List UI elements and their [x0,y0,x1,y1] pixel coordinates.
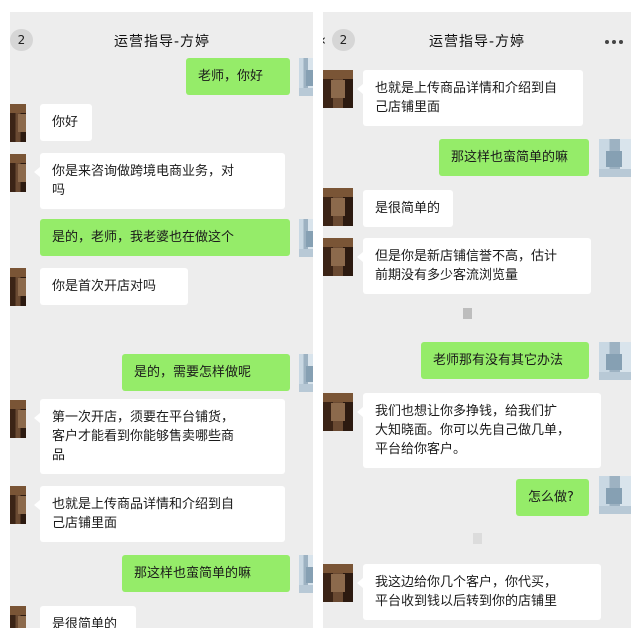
chat-screenshot-right: ‹ 2 运营指导-方婷 也就是上传商品详情和介绍到自 己店铺里面 那这样也蛮简单… [323,12,631,628]
chat-header: ‹ 2 运营指导-方婷 [323,12,631,52]
unread-badge[interactable]: 2 [10,29,33,51]
message-line: 己店铺里面 [52,516,118,531]
my-avatar[interactable] [599,476,631,514]
message-line: 我这边给你几个客户，你代买， [375,575,558,590]
message-bubble-incoming[interactable]: 你好 [40,104,92,141]
message-line: 平台给你客户。 [375,442,467,457]
message-bubble-incoming[interactable]: 但是你是新店铺信誉不高，估计 前期没有多少客流浏览量 [357,238,591,294]
contact-avatar[interactable] [323,564,353,602]
my-avatar[interactable] [599,342,631,380]
chat-header: 2 运营指导-方婷 [10,12,313,52]
message-bubble-outgoing[interactable]: 是的，需要怎样做呢 [122,354,290,391]
message-line: 但是你是新店铺信誉不高，估计 [375,249,558,264]
message-bubble-outgoing[interactable]: 那这样也蛮简单的嘛 [122,555,290,592]
contact-avatar[interactable] [323,188,353,226]
my-avatar[interactable] [299,555,313,593]
unread-badge[interactable]: 2 [332,29,355,51]
contact-avatar[interactable] [10,400,26,438]
message-line: 平台收到钱以后转到你的店铺里 [375,594,558,609]
message-line: 第一次开店，须要在平台铺货， [52,410,235,425]
message-line: 品 [52,448,66,463]
message-bubble-incoming[interactable]: 是很简单的 [363,190,453,227]
system-notice-mark [463,308,472,319]
message-line: 大知晓面。你可以先自己做几单， [375,423,571,438]
contact-avatar[interactable] [10,104,26,142]
message-line: 吗 [52,183,66,198]
contact-avatar[interactable] [10,606,26,628]
contact-avatar[interactable] [10,486,26,524]
message-bubble-incoming[interactable]: 你是来咨询做跨境电商业务，对 吗 [34,153,285,209]
message-line: 我们也想让你多挣钱，给我们扩 [375,404,558,419]
chat-title: 运营指导-方婷 [429,34,526,50]
message-bubble-incoming[interactable]: 也就是上传商品详情和介绍到自 己店铺里面 [34,486,285,542]
message-line: 你是来咨询做跨境电商业务，对 [52,164,235,179]
message-bubble-outgoing[interactable]: 老师，你好 [186,58,290,95]
system-notice-mark [473,533,482,544]
message-bubble-incoming[interactable]: 也就是上传商品详情和介绍到自 己店铺里面 [357,70,583,126]
contact-avatar[interactable] [10,268,26,306]
more-dots-icon[interactable] [605,40,623,44]
message-bubble-outgoing[interactable]: 老师那有没有其它办法 [421,342,589,379]
my-avatar[interactable] [299,354,313,392]
contact-avatar[interactable] [323,70,353,108]
my-avatar[interactable] [299,219,313,257]
message-bubble-outgoing[interactable]: 怎么做? [516,479,589,516]
message-bubble-outgoing[interactable]: 那这样也蛮简单的嘛 [439,139,589,176]
message-line: 也就是上传商品详情和介绍到自 [375,81,558,96]
my-avatar[interactable] [299,58,313,96]
message-bubble-incoming[interactable]: 我们也想让你多挣钱，给我们扩 大知晓面。你可以先自己做几单， 平台给你客户。 [357,393,601,468]
message-bubble-incoming[interactable]: 你是首次开店对吗 [40,268,188,305]
chat-title: 运营指导-方婷 [114,34,211,50]
chat-screenshot-left: 2 运营指导-方婷 老师，你好 你好 你是来咨询做跨境电商业务，对 吗 是的，老… [10,12,313,628]
message-bubble-incoming[interactable]: 是很简单的 [40,606,136,628]
message-line: 也就是上传商品详情和介绍到自 [52,497,235,512]
contact-avatar[interactable] [323,238,353,276]
chevron-left-icon[interactable]: ‹ [323,31,326,49]
message-line: 客户才能看到你能够售卖哪些商 [52,429,235,444]
message-line: 己店铺里面 [375,100,441,115]
my-avatar[interactable] [599,139,631,177]
message-line: 前期没有多少客流浏览量 [375,268,519,283]
message-bubble-outgoing[interactable]: 是的，老师，我老婆也在做这个 [40,219,290,256]
contact-avatar[interactable] [323,393,353,431]
message-bubble-incoming[interactable]: 我这边给你几个客户，你代买， 平台收到钱以后转到你的店铺里 [357,564,601,620]
contact-avatar[interactable] [10,154,26,192]
message-bubble-incoming[interactable]: 第一次开店，须要在平台铺货， 客户才能看到你能够售卖哪些商 品 [34,399,285,474]
